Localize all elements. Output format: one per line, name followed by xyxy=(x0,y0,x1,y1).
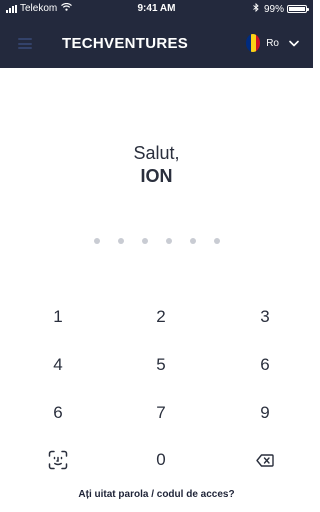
language-selector[interactable]: Ro xyxy=(246,34,299,52)
hamburger-menu-icon[interactable] xyxy=(18,38,32,49)
key-2[interactable]: 2 xyxy=(136,300,186,334)
key-6-bottom[interactable]: 6 xyxy=(33,396,83,430)
pin-dot xyxy=(213,238,220,244)
app-header: TECHVENTURES Ro xyxy=(0,26,313,62)
backspace-icon[interactable] xyxy=(240,443,290,477)
romania-flag-icon xyxy=(246,34,261,52)
key-4[interactable]: 4 xyxy=(33,348,83,382)
greeting-text: Salut, xyxy=(133,143,180,163)
battery-percentage: 99% xyxy=(263,3,284,15)
user-name: ION xyxy=(140,166,173,186)
app-title: TECHVENTURES xyxy=(62,35,189,52)
chevron-down-icon xyxy=(289,34,299,52)
key-7[interactable]: 7 xyxy=(136,396,186,430)
face-id-icon[interactable] xyxy=(33,443,83,477)
bluetooth-icon xyxy=(253,2,259,15)
language-label: Ro xyxy=(266,37,279,49)
key-9[interactable]: 9 xyxy=(240,396,290,430)
status-bar: Telekom 9:41 AM 99% xyxy=(0,0,313,18)
key-1[interactable]: 1 xyxy=(33,300,83,334)
top-bar: Telekom 9:41 AM 99% TECHVENTURES Ro xyxy=(0,0,313,68)
battery-icon xyxy=(287,5,309,13)
pin-dot xyxy=(189,238,196,244)
pin-dot xyxy=(141,238,148,244)
pin-indicator xyxy=(0,238,313,244)
status-bar-right: 99% xyxy=(253,2,309,15)
pin-dot xyxy=(93,238,100,244)
pin-dot xyxy=(117,238,124,244)
key-6[interactable]: 6 xyxy=(240,348,290,382)
key-0[interactable]: 0 xyxy=(136,443,186,477)
forgot-password-link[interactable]: Ați uitat parola / codul de acces? xyxy=(0,489,313,500)
pin-dot xyxy=(165,238,172,244)
key-5[interactable]: 5 xyxy=(136,348,186,382)
key-3[interactable]: 3 xyxy=(240,300,290,334)
